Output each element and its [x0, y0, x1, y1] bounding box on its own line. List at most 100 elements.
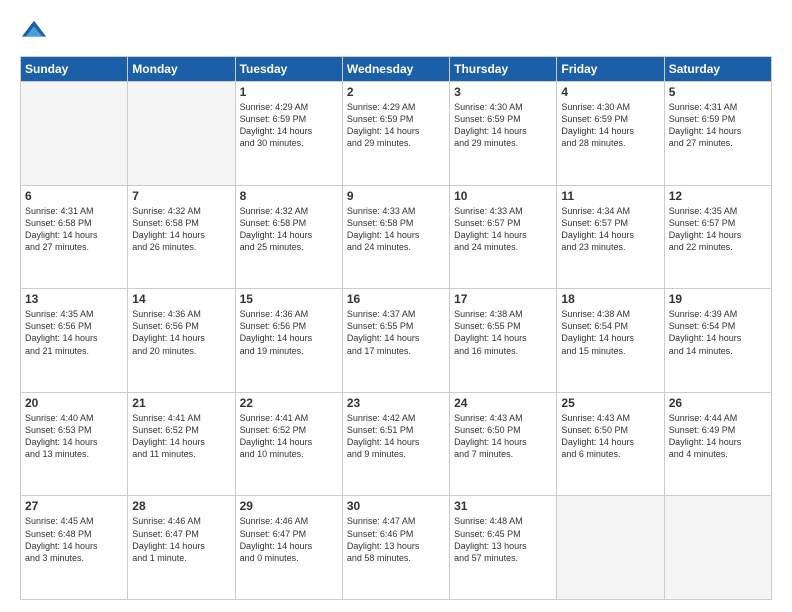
calendar-cell: 25Sunrise: 4:43 AM Sunset: 6:50 PM Dayli… — [557, 392, 664, 496]
cell-info: Sunrise: 4:30 AM Sunset: 6:59 PM Dayligh… — [454, 101, 552, 150]
calendar-cell: 24Sunrise: 4:43 AM Sunset: 6:50 PM Dayli… — [450, 392, 557, 496]
header-friday: Friday — [557, 57, 664, 82]
calendar-cell: 12 Sunrise: 4:35 AM Sunset: 6:57 PM Dayli… — [664, 185, 771, 289]
cell-info: Sunrise: 4:31 AM Sunset: 6:59 PM Dayligh… — [669, 101, 767, 150]
cell-info: Sunrise: 4:39 AM Sunset: 6:54 PM Dayligh… — [669, 308, 767, 357]
cell-info: Sunrise: 4:41 AM Sunset: 6:52 PM Dayligh… — [132, 412, 230, 461]
calendar-cell: 7Sunrise: 4:32 AM Sunset: 6:58 PM Daylig… — [128, 185, 235, 289]
cell-info: Sunrise: 4:32 AM Sunset: 6:58 PM Dayligh… — [240, 205, 338, 254]
cell-info: Sunrise: 4:35 AM Sunset: 6:56 PM Dayligh… — [25, 308, 123, 357]
header-row: SundayMondayTuesdayWednesdayThursdayFrid… — [21, 57, 772, 82]
calendar-cell: 18Sunrise: 4:38 AM Sunset: 6:54 PM Dayli… — [557, 289, 664, 393]
week-row-0: 1Sunrise: 4:29 AM Sunset: 6:59 PM Daylig… — [21, 82, 772, 186]
day-number: 2 — [347, 85, 445, 99]
calendar-cell: 9 Sunrise: 4:33 AM Sunset: 6:58 PM Daylig… — [342, 185, 449, 289]
calendar-cell — [21, 82, 128, 186]
calendar-cell: 27 Sunrise: 4:45 AM Sunset: 6:48 PM Dayli… — [21, 496, 128, 600]
header-tuesday: Tuesday — [235, 57, 342, 82]
cell-info: Sunrise: 4:46 AM Sunset: 6:47 PM Dayligh… — [132, 515, 230, 564]
day-number: 31 — [454, 499, 552, 513]
header-monday: Monday — [128, 57, 235, 82]
day-number: 15 — [240, 292, 338, 306]
day-number: 17 — [454, 292, 552, 306]
cell-info: Sunrise: 4:36 AM Sunset: 6:56 PM Dayligh… — [240, 308, 338, 357]
calendar-cell: 31 Sunrise: 4:48 AM Sunset: 6:45 PM Dayli… — [450, 496, 557, 600]
calendar-cell: 26 Sunrise: 4:44 AM Sunset: 6:49 PM Dayli… — [664, 392, 771, 496]
cell-info: Sunrise: 4:31 AM Sunset: 6:58 PM Dayligh… — [25, 205, 123, 254]
day-number: 3 — [454, 85, 552, 99]
header-wednesday: Wednesday — [342, 57, 449, 82]
cell-info: Sunrise: 4:44 AM Sunset: 6:49 PM Dayligh… — [669, 412, 767, 461]
calendar-cell: 15 Sunrise: 4:36 AM Sunset: 6:56 PM Dayli… — [235, 289, 342, 393]
cell-info: Sunrise: 4:35 AM Sunset: 6:57 PM Dayligh… — [669, 205, 767, 254]
day-number: 18 — [561, 292, 659, 306]
cell-info: Sunrise: 4:46 AM Sunset: 6:47 PM Dayligh… — [240, 515, 338, 564]
calendar-cell: 14 Sunrise: 4:36 AM Sunset: 6:56 PM Dayli… — [128, 289, 235, 393]
cell-info: Sunrise: 4:40 AM Sunset: 6:53 PM Dayligh… — [25, 412, 123, 461]
cell-info: Sunrise: 4:45 AM Sunset: 6:48 PM Dayligh… — [25, 515, 123, 564]
calendar-header: SundayMondayTuesdayWednesdayThursdayFrid… — [21, 57, 772, 82]
calendar-cell: 21 Sunrise: 4:41 AM Sunset: 6:52 PM Dayli… — [128, 392, 235, 496]
calendar-cell: 2 Sunrise: 4:29 AM Sunset: 6:59 PM Daylig… — [342, 82, 449, 186]
day-number: 19 — [669, 292, 767, 306]
calendar-cell: 16 Sunrise: 4:37 AM Sunset: 6:55 PM Dayli… — [342, 289, 449, 393]
day-number: 29 — [240, 499, 338, 513]
calendar-cell: 6 Sunrise: 4:31 AM Sunset: 6:58 PM Daylig… — [21, 185, 128, 289]
day-number: 23 — [347, 396, 445, 410]
cell-info: Sunrise: 4:34 AM Sunset: 6:57 PM Dayligh… — [561, 205, 659, 254]
cell-info: Sunrise: 4:29 AM Sunset: 6:59 PM Dayligh… — [240, 101, 338, 150]
day-number: 6 — [25, 189, 123, 203]
day-number: 14 — [132, 292, 230, 306]
calendar-cell: 5 Sunrise: 4:31 AM Sunset: 6:59 PM Daylig… — [664, 82, 771, 186]
cell-info: Sunrise: 4:33 AM Sunset: 6:58 PM Dayligh… — [347, 205, 445, 254]
cell-info: Sunrise: 4:47 AM Sunset: 6:46 PM Dayligh… — [347, 515, 445, 564]
calendar-cell: 23 Sunrise: 4:42 AM Sunset: 6:51 PM Dayli… — [342, 392, 449, 496]
calendar-cell — [664, 496, 771, 600]
day-number: 24 — [454, 396, 552, 410]
cell-info: Sunrise: 4:33 AM Sunset: 6:57 PM Dayligh… — [454, 205, 552, 254]
day-number: 26 — [669, 396, 767, 410]
calendar-cell: 28Sunrise: 4:46 AM Sunset: 6:47 PM Dayli… — [128, 496, 235, 600]
day-number: 16 — [347, 292, 445, 306]
day-number: 8 — [240, 189, 338, 203]
logo-icon — [20, 18, 48, 46]
calendar-cell: 1Sunrise: 4:29 AM Sunset: 6:59 PM Daylig… — [235, 82, 342, 186]
day-number: 10 — [454, 189, 552, 203]
day-number: 25 — [561, 396, 659, 410]
calendar-cell: 11Sunrise: 4:34 AM Sunset: 6:57 PM Dayli… — [557, 185, 664, 289]
calendar-cell: 10 Sunrise: 4:33 AM Sunset: 6:57 PM Dayli… — [450, 185, 557, 289]
cell-info: Sunrise: 4:48 AM Sunset: 6:45 PM Dayligh… — [454, 515, 552, 564]
week-row-4: 27 Sunrise: 4:45 AM Sunset: 6:48 PM Dayli… — [21, 496, 772, 600]
header-saturday: Saturday — [664, 57, 771, 82]
header-sunday: Sunday — [21, 57, 128, 82]
day-number: 5 — [669, 85, 767, 99]
calendar-cell: 29 Sunrise: 4:46 AM Sunset: 6:47 PM Dayli… — [235, 496, 342, 600]
header-thursday: Thursday — [450, 57, 557, 82]
calendar-cell: 3 Sunrise: 4:30 AM Sunset: 6:59 PM Daylig… — [450, 82, 557, 186]
cell-info: Sunrise: 4:32 AM Sunset: 6:58 PM Dayligh… — [132, 205, 230, 254]
week-row-3: 20 Sunrise: 4:40 AM Sunset: 6:53 PM Dayli… — [21, 392, 772, 496]
page: SundayMondayTuesdayWednesdayThursdayFrid… — [0, 0, 792, 612]
week-row-1: 6 Sunrise: 4:31 AM Sunset: 6:58 PM Daylig… — [21, 185, 772, 289]
calendar-cell: 22Sunrise: 4:41 AM Sunset: 6:52 PM Dayli… — [235, 392, 342, 496]
day-number: 21 — [132, 396, 230, 410]
day-number: 13 — [25, 292, 123, 306]
day-number: 4 — [561, 85, 659, 99]
day-number: 22 — [240, 396, 338, 410]
day-number: 20 — [25, 396, 123, 410]
calendar-cell: 20 Sunrise: 4:40 AM Sunset: 6:53 PM Dayli… — [21, 392, 128, 496]
cell-info: Sunrise: 4:38 AM Sunset: 6:55 PM Dayligh… — [454, 308, 552, 357]
cell-info: Sunrise: 4:42 AM Sunset: 6:51 PM Dayligh… — [347, 412, 445, 461]
cell-info: Sunrise: 4:29 AM Sunset: 6:59 PM Dayligh… — [347, 101, 445, 150]
week-row-2: 13 Sunrise: 4:35 AM Sunset: 6:56 PM Dayli… — [21, 289, 772, 393]
cell-info: Sunrise: 4:30 AM Sunset: 6:59 PM Dayligh… — [561, 101, 659, 150]
cell-info: Sunrise: 4:36 AM Sunset: 6:56 PM Dayligh… — [132, 308, 230, 357]
day-number: 12 — [669, 189, 767, 203]
cell-info: Sunrise: 4:37 AM Sunset: 6:55 PM Dayligh… — [347, 308, 445, 357]
calendar-cell: 8 Sunrise: 4:32 AM Sunset: 6:58 PM Daylig… — [235, 185, 342, 289]
day-number: 27 — [25, 499, 123, 513]
calendar-cell: 17 Sunrise: 4:38 AM Sunset: 6:55 PM Dayli… — [450, 289, 557, 393]
calendar-table: SundayMondayTuesdayWednesdayThursdayFrid… — [20, 56, 772, 600]
calendar-body: 1Sunrise: 4:29 AM Sunset: 6:59 PM Daylig… — [21, 82, 772, 600]
day-number: 9 — [347, 189, 445, 203]
